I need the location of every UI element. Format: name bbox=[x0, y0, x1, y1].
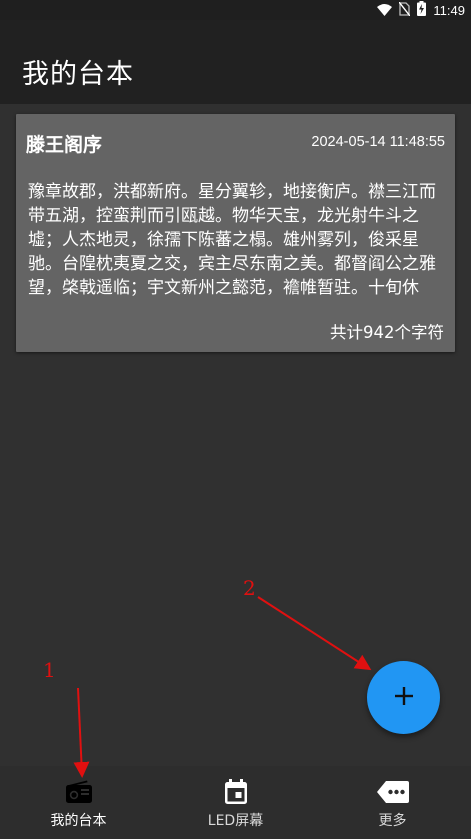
page-title: 我的台本 bbox=[22, 59, 134, 90]
nav-item-led-screen[interactable]: LED屏幕 bbox=[157, 766, 314, 839]
status-time: 11:49 bbox=[433, 2, 465, 18]
script-title: 滕王阁序 bbox=[26, 134, 103, 156]
radio-icon bbox=[65, 778, 93, 806]
wifi-icon bbox=[377, 1, 393, 20]
status-bar: 11:49 bbox=[0, 0, 471, 20]
annotation-label-1: 1 bbox=[43, 658, 56, 682]
status-icons: 11:49 bbox=[377, 0, 465, 20]
add-script-button[interactable] bbox=[367, 661, 440, 734]
annotation-label-2: 2 bbox=[243, 576, 256, 600]
nav-item-my-scripts[interactable]: 我的台本 bbox=[0, 766, 157, 839]
nav-label: 我的台本 bbox=[50, 813, 107, 829]
script-card[interactable]: 滕王阁序 2024-05-14 11:48:55 豫章故郡，洪都新府。星分翼轸，… bbox=[16, 114, 455, 352]
battery-charging-icon bbox=[417, 0, 427, 20]
no-sim-icon bbox=[398, 1, 411, 20]
calendar-icon bbox=[224, 778, 248, 806]
bottom-nav: 我的台本 LED屏幕 更多 bbox=[0, 766, 471, 839]
nav-item-more[interactable]: 更多 bbox=[314, 766, 471, 839]
screen: 11:49 我的台本 滕王阁序 2024-05-14 11:48:55 豫章故郡… bbox=[0, 0, 471, 839]
plus-icon bbox=[394, 686, 414, 710]
app-bar: 我的台本 bbox=[0, 20, 471, 104]
arrow-2 bbox=[257, 596, 372, 671]
script-char-count: 共计942个字符 bbox=[330, 323, 444, 342]
arrow-1 bbox=[73, 687, 90, 778]
more-tag-icon bbox=[376, 778, 410, 806]
script-timestamp: 2024-05-14 11:48:55 bbox=[311, 134, 445, 150]
nav-label: 更多 bbox=[378, 813, 407, 829]
script-preview: 豫章故郡，洪都新府。星分翼轸，地接衡庐。襟三江而带五湖，控蛮荆而引瓯越。物华天宝… bbox=[28, 182, 436, 298]
nav-label: LED屏幕 bbox=[207, 813, 264, 829]
